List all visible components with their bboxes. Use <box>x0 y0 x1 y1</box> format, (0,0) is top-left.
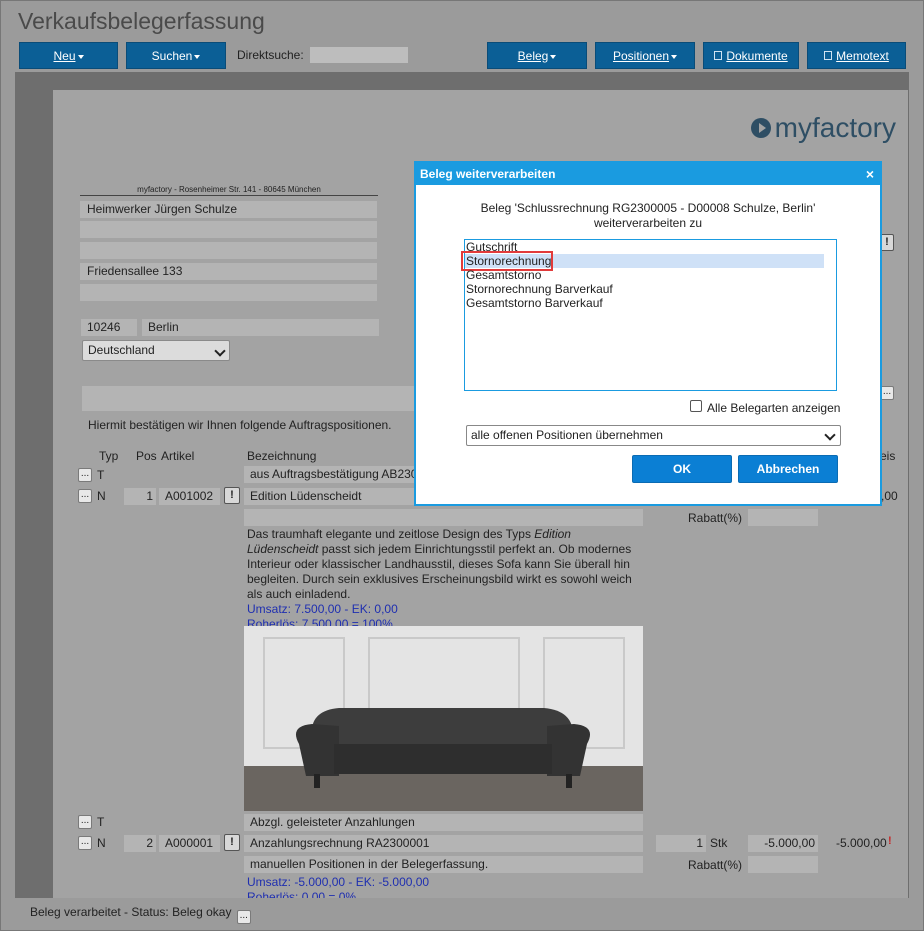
status-menu-button[interactable]: ... <box>236 910 251 924</box>
col-pos: Pos <box>136 449 157 463</box>
status-text: Beleg verarbeitet - Status: Beleg okay <box>30 905 232 919</box>
country-value: Deutschland <box>88 343 155 357</box>
address-street-field[interactable]: Friedensallee 133 <box>80 263 377 280</box>
right-info-button[interactable]: ! <box>880 234 894 251</box>
row2-description: Das traumhaft elegante und zeitlose Desi… <box>247 527 632 631</box>
positionen-label: Positionen <box>612 48 670 63</box>
positions-select[interactable]: alle offenen Positionen übernehmen <box>466 425 841 446</box>
suchen-button[interactable]: Suchen <box>126 42 226 69</box>
row2-preis: ,00 <box>881 489 898 503</box>
dokumente-label: Dokumente <box>726 48 788 63</box>
row4-menge[interactable]: 1 <box>656 835 706 852</box>
suchen-label: Suchen <box>151 48 193 63</box>
neu-button[interactable]: Neu <box>19 42 118 69</box>
row3-typ: T <box>97 815 105 829</box>
row4-rabatt-field[interactable] <box>748 856 818 873</box>
country-select[interactable]: Deutschland <box>82 340 230 361</box>
dialog-title: Beleg weiterverarbeiten × <box>416 163 880 185</box>
row4-gesamtpreis: -5.000,00 <box>836 836 887 850</box>
row2-rabatt-field[interactable] <box>748 509 818 526</box>
row2-pos[interactable]: 1 <box>124 488 156 505</box>
caret-down-icon <box>77 54 84 59</box>
row4-bezeichnung[interactable]: Anzahlungsrechnung RA2300001 <box>244 835 643 852</box>
col-preis: eis <box>880 449 896 463</box>
memotext-label: Memotext <box>836 48 889 63</box>
row1-typ: T <box>97 468 105 482</box>
beleg-button[interactable]: Beleg <box>487 42 587 69</box>
play-circle-icon <box>750 118 771 138</box>
row3-menu-button[interactable]: ... <box>78 815 92 829</box>
col-artikel: Artikel <box>161 449 195 463</box>
row4-einzelpreis[interactable]: -5.000,00 <box>748 835 818 852</box>
myfactory-logo: myfactory <box>750 112 896 144</box>
confirmation-text: Hiermit bestätigen wir Ihnen folgende Au… <box>88 418 392 432</box>
row2-typ: N <box>97 489 106 503</box>
sender-line: myfactory - Rosenheimer Str. 141 - 80645… <box>80 185 378 196</box>
window-title: Verkaufsbelegerfassung <box>18 8 265 34</box>
intro-text-box[interactable] <box>82 386 422 411</box>
belegart-listbox[interactable]: Gutschrift Stornorechnung Gesamtstorno S… <box>461 239 837 391</box>
alle-belegarten-checkbox[interactable] <box>690 400 702 412</box>
row2-menu-button[interactable]: ... <box>78 489 92 503</box>
chevron-down-icon <box>214 345 226 357</box>
neu-label: Neu <box>53 48 76 63</box>
row4-typ: N <box>97 836 106 850</box>
chevron-down-icon <box>824 429 836 441</box>
address-name-field[interactable]: Heimwerker Jürgen Schulze <box>80 201 377 218</box>
dialog-message: Beleg 'Schlussrechnung RG2300005 - D0000… <box>480 201 816 230</box>
direktsuche-label: Direktsuche: <box>237 48 304 62</box>
row4-rabatt-label: Rabatt(%) <box>688 858 743 872</box>
product-sofa-image <box>244 626 643 811</box>
col-bezeichnung: Bezeichnung <box>247 449 317 463</box>
row4-warning-icon: ! <box>888 835 892 847</box>
row4-roherloes: Roherlös: 0,00 = 0% <box>247 890 357 898</box>
row2-artikel[interactable]: A001002 <box>159 488 220 505</box>
row3-bezeichnung[interactable]: Abzgl. geleisteter Anzahlungen <box>244 814 643 831</box>
weiterverarbeiten-dialog: Beleg weiterverarbeiten × Beleg 'Schluss… <box>414 161 882 506</box>
caret-down-icon <box>550 54 557 59</box>
zip-field[interactable]: 10246 <box>81 319 137 336</box>
address-line2-field[interactable] <box>80 221 377 238</box>
list-item-stornorechnung-barverkauf[interactable]: Stornorechnung Barverkauf <box>465 282 613 296</box>
row2-bezeichnung2[interactable] <box>244 509 643 526</box>
alle-belegarten-label: Alle Belegarten anzeigen <box>707 401 841 415</box>
status-bar: Beleg verarbeitet - Status: Beleg okay .… <box>30 905 251 924</box>
caret-down-icon <box>194 54 201 59</box>
row4-pos[interactable]: 2 <box>124 835 156 852</box>
row4-artikel[interactable]: A000001 <box>159 835 220 852</box>
right-menu-button[interactable]: ... <box>880 386 894 400</box>
list-item-gesamtstorno-barverkauf[interactable]: Gesamtstorno Barverkauf <box>465 296 603 310</box>
row4-umsatz: Umsatz: -5.000,00 - EK: -5.000,00 <box>247 875 430 889</box>
row4-info-button[interactable]: ! <box>224 834 240 851</box>
row4-bezeichnung2[interactable]: manuellen Positionen in der Belegerfassu… <box>244 856 643 873</box>
document-icon <box>824 51 833 60</box>
row2-rabatt-label: Rabatt(%) <box>688 511 743 525</box>
positions-select-value: alle offenen Positionen übernehmen <box>471 428 663 442</box>
ok-button[interactable]: OK <box>632 455 732 483</box>
logo-text: myfactory <box>774 112 896 143</box>
col-typ: Typ <box>99 449 119 463</box>
row2-umsatz: Umsatz: 7.500,00 - EK: 0,00 <box>247 602 398 616</box>
caret-down-icon <box>671 54 678 59</box>
abbrechen-button[interactable]: Abbrechen <box>738 455 838 483</box>
beleg-label: Beleg <box>517 48 549 63</box>
address-line5-field[interactable] <box>80 284 377 301</box>
address-line3-field[interactable] <box>80 242 377 259</box>
direktsuche-input[interactable] <box>310 47 408 63</box>
list-item-stornorechnung[interactable]: Stornorechnung <box>461 251 824 271</box>
row4-menu-button[interactable]: ... <box>78 836 92 850</box>
positionen-button[interactable]: Positionen <box>595 42 695 69</box>
row1-menu-button[interactable]: ... <box>78 468 92 482</box>
dokumente-button[interactable]: Dokumente <box>703 42 799 69</box>
list-item-gesamtstorno[interactable]: Gesamtstorno <box>465 268 541 282</box>
row2-info-button[interactable]: ! <box>224 487 240 504</box>
row4-einheit: Stk <box>710 836 728 850</box>
close-icon[interactable]: × <box>866 163 874 185</box>
memotext-button[interactable]: Memotext <box>807 42 906 69</box>
document-icon <box>714 51 723 60</box>
city-field[interactable]: Berlin <box>142 319 379 336</box>
